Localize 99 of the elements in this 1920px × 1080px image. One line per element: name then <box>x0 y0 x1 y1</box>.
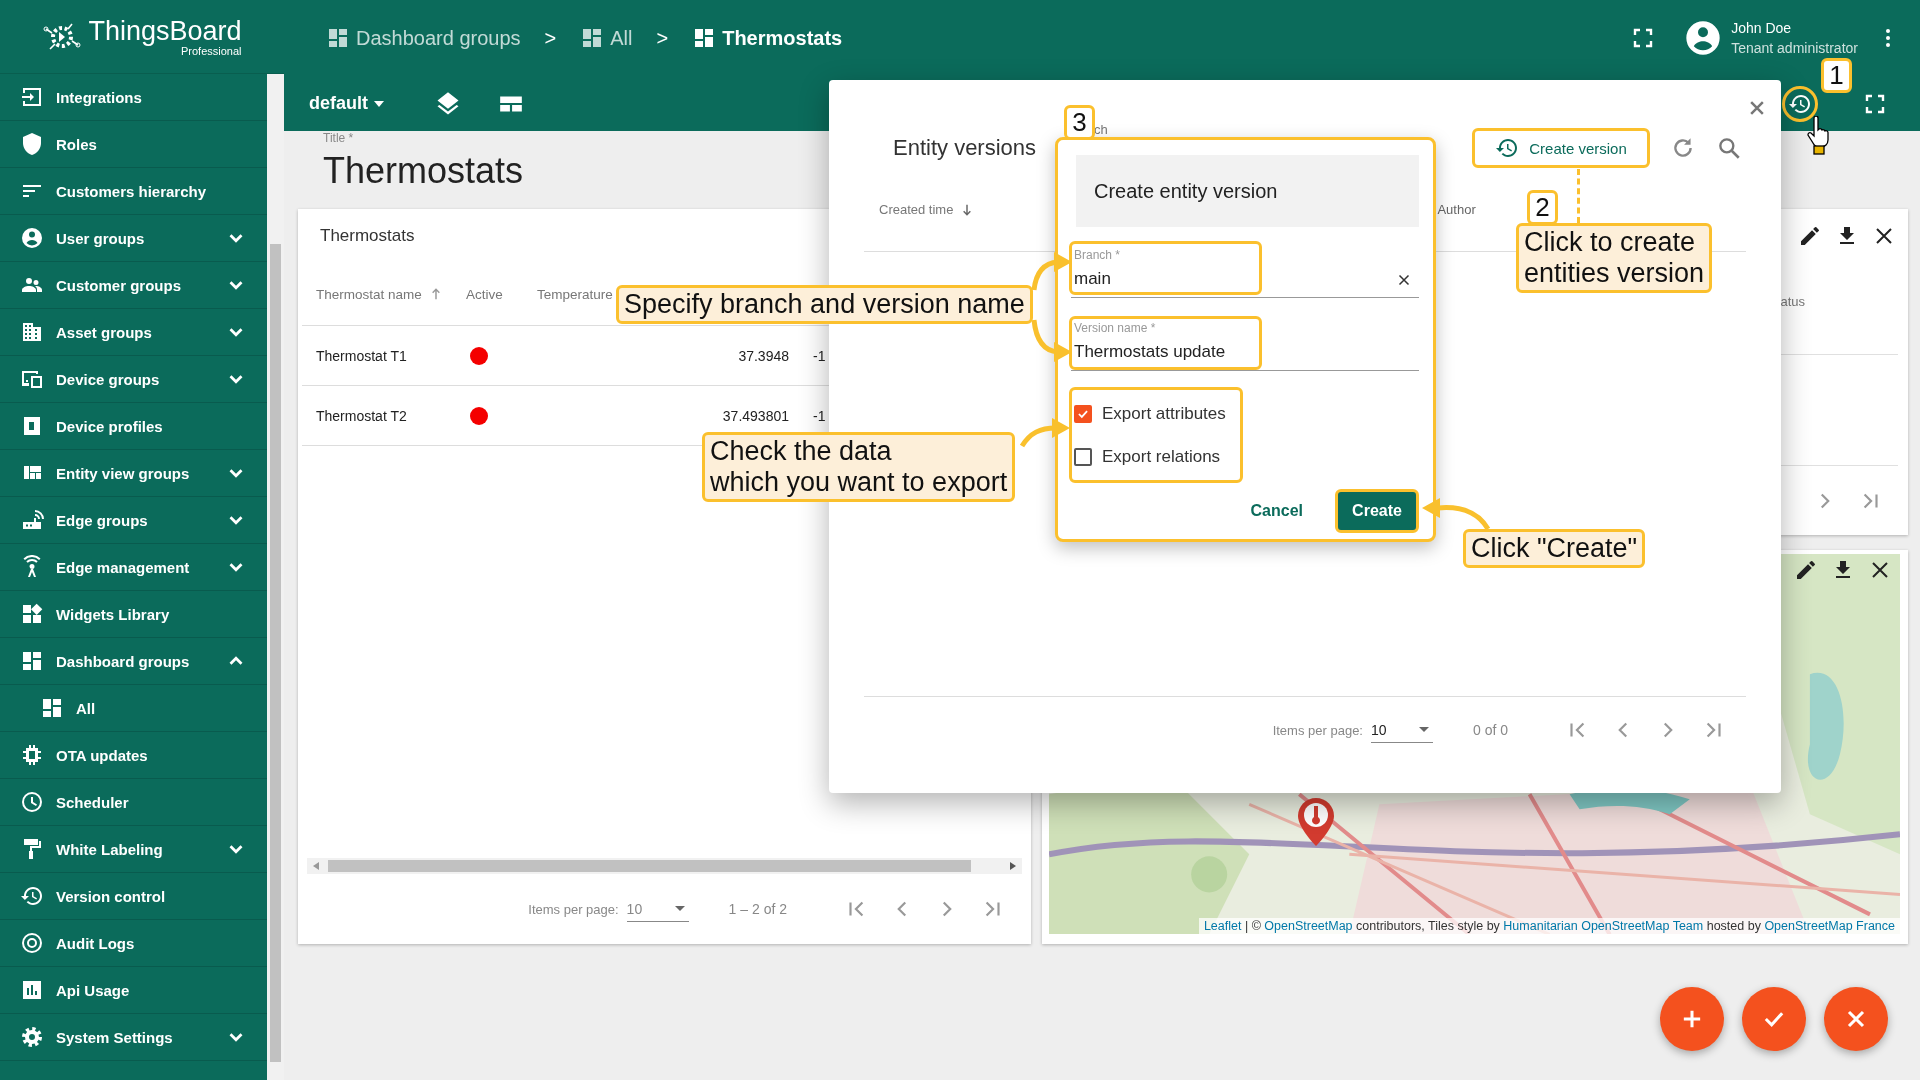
checkbox[interactable]: Export attributes <box>1074 392 1226 435</box>
clock-icon <box>20 790 44 814</box>
hand-cursor-icon <box>1806 116 1830 156</box>
nav-item[interactable]: Roles <box>0 121 267 168</box>
column-header[interactable]: Thermostat name <box>316 286 444 302</box>
dashboard-icon <box>20 649 44 673</box>
table-cell-text: Thermostat T1 <box>315 347 408 364</box>
history-icon <box>1495 136 1520 160</box>
page-size-select[interactable]: 10 <box>1370 717 1433 743</box>
dashboard-title: Thermostats <box>323 149 524 193</box>
target-icon <box>20 931 44 955</box>
cancel-button[interactable]: Cancel <box>1240 494 1313 528</box>
shield-icon <box>20 132 44 156</box>
column-header[interactable]: Active <box>466 286 503 302</box>
apply-button[interactable] <box>1742 987 1806 1051</box>
field-label: Title * <box>323 131 354 145</box>
nav-item[interactable]: All <box>0 685 267 732</box>
nav-item[interactable]: User groups <box>0 215 267 262</box>
column-header[interactable]: atus <box>1780 293 1805 309</box>
table-cell-text: Thermostat T2 <box>315 407 408 424</box>
table-cell-text: -1 <box>812 407 826 424</box>
state-dropdown[interactable]: default <box>309 93 384 114</box>
widgets-icon <box>20 602 44 626</box>
dialog-title: Entity versions <box>893 135 1037 161</box>
dialog-title: Create entity version <box>1094 179 1278 203</box>
nav-item[interactable]: System Settings <box>0 1014 267 1061</box>
nav-item[interactable]: Entity view groups <box>0 450 267 497</box>
map-marker-icon[interactable] <box>1296 796 1336 848</box>
cancel-button[interactable] <box>1824 987 1888 1051</box>
caret-icon <box>1418 727 1429 732</box>
nav-item[interactable]: White Labeling <box>0 826 267 873</box>
column-header[interactable]: Author <box>1437 202 1476 217</box>
breadcrumb-link[interactable]: Dashboard groups <box>326 26 521 50</box>
dashboard-icon <box>326 26 350 50</box>
scroll-right-icon[interactable] <box>1010 862 1016 871</box>
callout: Check the data which you want to export <box>702 432 1016 502</box>
breadcrumb-separator: > <box>544 26 557 50</box>
chip-icon <box>20 743 44 767</box>
nav-item[interactable]: Edge groups <box>0 497 267 544</box>
column-header[interactable]: Temperature <box>537 286 613 302</box>
callout: Click "Create" <box>1463 529 1646 568</box>
widget-title: Thermostats <box>320 226 415 246</box>
nav-item[interactable]: Api Usage <box>0 967 267 1014</box>
items-per-page-label: Items per page: <box>528 901 619 917</box>
table-cell-text: 37.493801 <box>721 407 789 424</box>
edit-icon[interactable] <box>1794 558 1818 582</box>
nav-item[interactable]: Dashboard groups <box>0 638 267 685</box>
nav-item[interactable]: Integrations <box>0 74 267 121</box>
attribution-link[interactable]: Humanitarian OpenStreetMap Team <box>1503 919 1704 934</box>
column-header[interactable]: Created time <box>879 201 976 218</box>
nav-item[interactable]: Audit Logs <box>0 920 267 967</box>
user-name: John Doe <box>1731 20 1793 36</box>
attribution-link[interactable]: Leaflet <box>1203 919 1242 934</box>
page-size-select[interactable]: 10 <box>626 896 689 922</box>
edit-icon[interactable] <box>1798 224 1822 248</box>
nav-item[interactable]: OTA updates <box>0 732 267 779</box>
create-button[interactable]: Create <box>1335 489 1419 533</box>
map-attribution: Leaflet | © OpenStreetMap contributors, Tiles style by Humanitarian OpenStreetMap Team hosted by OpenStreetMap France <box>1198 918 1900 935</box>
page-range: 0 of 0 <box>1472 722 1508 738</box>
create-version-button[interactable]: Create version <box>1472 128 1650 168</box>
user-role: Tenant administrator <box>1731 40 1858 56</box>
caret-icon <box>674 906 685 912</box>
caret-icon <box>374 100 384 107</box>
breadcrumb-link[interactable]: Thermostats <box>692 26 843 50</box>
dashboard-icon <box>40 696 64 720</box>
nav-item[interactable]: Device profiles <box>0 403 267 450</box>
add-button[interactable] <box>1660 987 1724 1051</box>
items-per-page-label: Items per page: <box>1272 722 1363 738</box>
gear-icon <box>20 1025 44 1049</box>
callout: Click to create entities version <box>1516 223 1713 293</box>
attribution-link[interactable]: OpenStreetMap <box>1264 919 1353 934</box>
input-field[interactable]: Branch * main <box>1071 244 1419 298</box>
search-icon[interactable] <box>1716 135 1742 161</box>
chart-icon <box>20 978 44 1002</box>
field-label: ch <box>1094 122 1108 137</box>
nav-item[interactable]: Asset groups <box>0 309 267 356</box>
scrollbar[interactable] <box>267 74 284 1080</box>
nav-item[interactable]: Widgets Library <box>0 591 267 638</box>
scrollbar[interactable] <box>307 858 1022 875</box>
breadcrumb-separator: > <box>656 26 669 50</box>
brand-name: ThingsBoard <box>88 16 242 45</box>
step-number: 1 <box>1821 58 1852 93</box>
step-number: 2 <box>1527 190 1558 225</box>
router-icon <box>20 508 44 532</box>
table-cell-text: 37.3948 <box>737 347 789 364</box>
nav-item[interactable]: Device groups <box>0 356 267 403</box>
callout: Specify branch and version name <box>616 285 1033 324</box>
arrow-into-box-icon <box>20 85 44 109</box>
checkbox[interactable]: Export relations <box>1074 435 1226 478</box>
table-cell-text: -1 <box>812 347 826 364</box>
page-range: 1 – 2 of 2 <box>728 901 787 918</box>
edition-label: Professional <box>181 44 242 57</box>
nav-item[interactable]: Customer groups <box>0 262 267 309</box>
history-icon <box>20 884 44 908</box>
step-number: 3 <box>1064 105 1095 140</box>
attribution-link[interactable]: OpenStreetMap France <box>1764 919 1895 934</box>
building-icon <box>20 320 44 344</box>
input-field[interactable]: Version name * Thermostats update <box>1071 317 1419 371</box>
breadcrumb-link[interactable]: All <box>580 26 633 50</box>
